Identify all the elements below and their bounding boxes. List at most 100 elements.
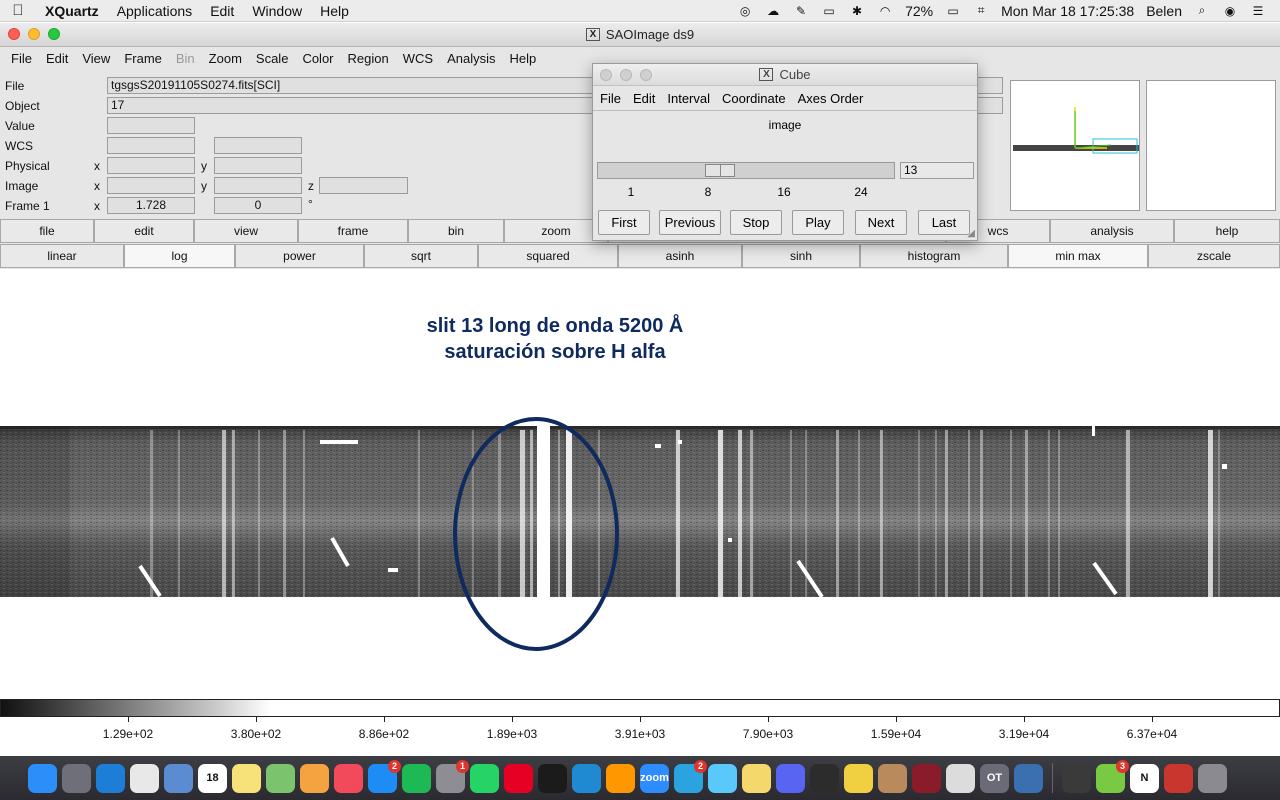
scale-linear-button[interactable]: linear: [0, 244, 124, 268]
cube-zoom-button[interactable]: [640, 69, 652, 81]
photos-icon[interactable]: [300, 763, 329, 793]
pen-icon[interactable]: ✎: [793, 4, 809, 18]
resize-grip-icon[interactable]: ◢: [967, 228, 975, 239]
menubar-window[interactable]: Window: [243, 3, 311, 19]
button-frame[interactable]: frame: [298, 219, 408, 243]
spotify-icon[interactable]: [402, 763, 431, 793]
colorbar[interactable]: [0, 699, 1280, 717]
cube-minimize-button[interactable]: [620, 69, 632, 81]
scale-minmax-button[interactable]: min max: [1008, 244, 1148, 268]
scale-squared-button[interactable]: squared: [478, 244, 618, 268]
scale-zscale-button[interactable]: zscale: [1148, 244, 1280, 268]
pinterest-icon[interactable]: [504, 763, 533, 793]
cube-stop-button[interactable]: Stop: [730, 210, 782, 235]
menu-region[interactable]: Region: [341, 51, 396, 66]
chrome-icon[interactable]: [130, 763, 159, 793]
menubar-applications[interactable]: Applications: [108, 3, 202, 19]
safari-icon[interactable]: [96, 763, 125, 793]
preview-icon[interactable]: [164, 763, 193, 793]
paper-icon[interactable]: [946, 763, 975, 793]
telegram-icon[interactable]: 2: [674, 759, 707, 793]
trash-icon[interactable]: [1198, 763, 1227, 793]
scale-sqrt-button[interactable]: sqrt: [364, 244, 478, 268]
keyboard-icon[interactable]: ⌗: [973, 3, 989, 18]
xquartz-icon[interactable]: [1062, 763, 1091, 793]
whatsapp-icon[interactable]: [470, 763, 499, 793]
system-preferences-icon[interactable]: 1: [436, 759, 469, 793]
zoom-window-button[interactable]: [48, 28, 60, 40]
menu-analysis[interactable]: Analysis: [440, 51, 502, 66]
airplay-icon[interactable]: ▭: [821, 4, 837, 18]
discord-icon[interactable]: [776, 763, 805, 793]
scale-asinh-button[interactable]: asinh: [618, 244, 742, 268]
menu-file[interactable]: File: [4, 51, 39, 66]
cube-menu-coordinate[interactable]: Coordinate: [716, 91, 792, 106]
telescope-icon[interactable]: [1014, 763, 1043, 793]
cat-icon[interactable]: [844, 763, 873, 793]
menubar-app-name[interactable]: XQuartz: [36, 3, 108, 19]
cube-first-button[interactable]: First: [598, 210, 650, 235]
cloud-sync-icon[interactable]: ☁: [765, 4, 781, 18]
creative-cloud-icon[interactable]: ◎: [737, 4, 753, 18]
button-bin[interactable]: bin: [408, 219, 504, 243]
menubar-help[interactable]: Help: [311, 3, 358, 19]
stickies-icon[interactable]: [742, 763, 771, 793]
launchpad-icon[interactable]: [62, 763, 91, 793]
panner-view[interactable]: [1010, 80, 1140, 211]
wifi-icon[interactable]: ◠: [877, 4, 893, 18]
vscode-icon[interactable]: [572, 763, 601, 793]
photobooth-icon[interactable]: [1164, 763, 1193, 793]
finder-icon[interactable]: [28, 763, 57, 793]
menu-wcs[interactable]: WCS: [396, 51, 440, 66]
menubar-user[interactable]: Belen: [1146, 3, 1182, 19]
messages-icon[interactable]: [708, 763, 737, 793]
cube-play-button[interactable]: Play: [792, 210, 844, 235]
menu-edit[interactable]: Edit: [39, 51, 75, 66]
calendar-icon[interactable]: 18: [198, 763, 227, 793]
spotlight-search-icon[interactable]: ⌕: [1194, 3, 1210, 18]
ds9-titlebar[interactable]: X SAOImage ds9: [0, 23, 1280, 47]
zoom-icon[interactable]: zoom: [640, 763, 669, 793]
menubar-clock[interactable]: Mon Mar 18 17:25:38: [1001, 3, 1134, 19]
archive-icon[interactable]: [878, 763, 907, 793]
image-display[interactable]: slit 13 long de onda 5200 Å saturación s…: [0, 271, 1280, 701]
menubar-edit[interactable]: Edit: [201, 3, 243, 19]
scale-log-button[interactable]: log: [124, 244, 235, 268]
apple-menu-icon[interactable]: : [0, 2, 36, 19]
cube-menu-axes-order[interactable]: Axes Order: [792, 91, 870, 106]
cube-last-button[interactable]: Last: [918, 210, 970, 235]
cube-previous-button[interactable]: Previous: [659, 210, 721, 235]
battery-icon[interactable]: ▭: [945, 4, 961, 18]
terminal-icon[interactable]: [538, 763, 567, 793]
maps-icon[interactable]: [266, 763, 295, 793]
cube-menu-file[interactable]: File: [594, 91, 627, 106]
close-window-button[interactable]: [8, 28, 20, 40]
galaxy-icon[interactable]: [912, 763, 941, 793]
cube-titlebar[interactable]: X Cube: [593, 64, 977, 86]
menu-help[interactable]: Help: [502, 51, 543, 66]
cube-slider[interactable]: [597, 162, 895, 179]
button-view[interactable]: view: [194, 219, 298, 243]
cube-close-button[interactable]: [600, 69, 612, 81]
notes-icon[interactable]: [232, 763, 261, 793]
scale-histogram-button[interactable]: histogram: [860, 244, 1008, 268]
menu-view[interactable]: View: [75, 51, 117, 66]
menu-frame[interactable]: Frame: [117, 51, 169, 66]
notification-center-icon[interactable]: ☰: [1250, 4, 1266, 18]
bluetooth-icon[interactable]: ✱: [849, 4, 865, 18]
menu-color[interactable]: Color: [295, 51, 340, 66]
scale-sinh-button[interactable]: sinh: [742, 244, 860, 268]
sublime-icon[interactable]: [606, 763, 635, 793]
cube-next-button[interactable]: Next: [855, 210, 907, 235]
grid-icon[interactable]: 3: [1096, 759, 1129, 793]
menu-scale[interactable]: Scale: [249, 51, 296, 66]
music-icon[interactable]: [334, 763, 363, 793]
cube-menu-edit[interactable]: Edit: [627, 91, 661, 106]
cube-value-field[interactable]: 13: [900, 162, 974, 179]
circle-icon[interactable]: [810, 763, 839, 793]
minimize-window-button[interactable]: [28, 28, 40, 40]
siri-icon[interactable]: ◉: [1222, 4, 1238, 18]
button-help[interactable]: help: [1174, 219, 1280, 243]
notion-icon[interactable]: N: [1130, 763, 1159, 793]
menu-zoom[interactable]: Zoom: [202, 51, 249, 66]
